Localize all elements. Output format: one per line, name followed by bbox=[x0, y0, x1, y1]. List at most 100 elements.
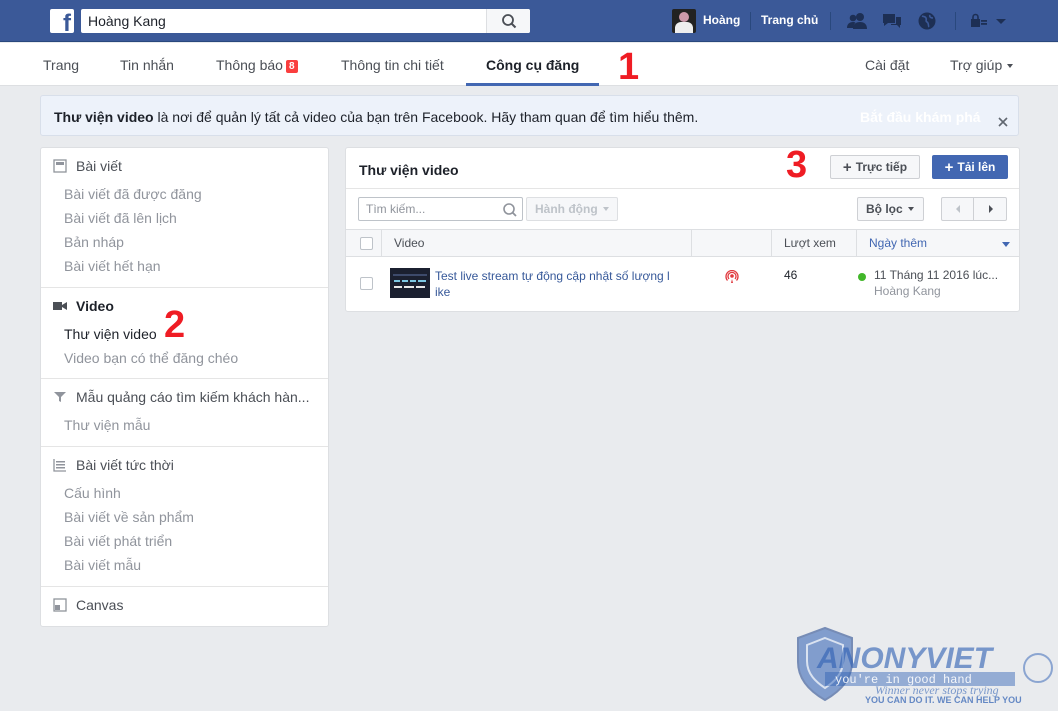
avatar[interactable] bbox=[672, 9, 696, 33]
global-search-input[interactable] bbox=[81, 9, 485, 33]
sidebar-heading-instant-articles[interactable]: Bài viết tức thời bbox=[53, 457, 174, 477]
table-row[interactable]: Test live stream tự động cập nhật số lượ… bbox=[346, 257, 1019, 311]
next-page-button[interactable] bbox=[975, 198, 1007, 220]
go-live-button[interactable]: + Trực tiếp bbox=[830, 155, 920, 179]
sidebar-heading-lead-ads[interactable]: Mẫu quảng cáo tìm kiếm khách hàn... bbox=[53, 389, 309, 409]
canvas-icon bbox=[53, 598, 67, 612]
tab-settings[interactable]: Cài đặt bbox=[865, 43, 909, 86]
sidebar-item-configuration[interactable]: Cấu hình bbox=[64, 485, 121, 501]
sort-descending-icon[interactable] bbox=[1002, 242, 1010, 247]
facebook-logo-icon[interactable]: f bbox=[50, 9, 74, 36]
video-camera-icon bbox=[53, 302, 67, 310]
video-library-panel: Thư viện video +Trực tiếp +Tải lên Hành … bbox=[345, 147, 1020, 312]
tab-publishing-tools[interactable]: Công cụ đăng bbox=[466, 43, 600, 86]
svg-text:YOU CAN DO IT. WE CAN HELP YOU: YOU CAN DO IT. WE CAN HELP YOU bbox=[865, 695, 1022, 705]
sidebar-heading-posts[interactable]: Bài viết bbox=[53, 158, 122, 178]
column-header-date-added[interactable]: Ngày thêm bbox=[869, 230, 927, 257]
sidebar-item-scheduled-posts[interactable]: Bài viết đã lên lịch bbox=[64, 210, 177, 226]
banner-text: Thư viện video là nơi để quản lý tất cả … bbox=[54, 109, 698, 125]
annotation-marker-1: 1 bbox=[618, 46, 640, 88]
sidebar-item-published-posts[interactable]: Bài viết đã được đăng bbox=[64, 186, 202, 202]
close-icon[interactable] bbox=[997, 116, 1009, 128]
divider bbox=[771, 230, 772, 257]
column-header-video[interactable]: Video bbox=[394, 230, 424, 257]
filter-dropdown[interactable]: Bộ lọc bbox=[857, 197, 924, 221]
annotation-marker-2: 2 bbox=[164, 304, 186, 346]
sidebar-section-posts: Bài viết Bài viết đã được đăng Bài viết … bbox=[41, 148, 328, 288]
sidebar-heading-label: Mẫu quảng cáo tìm kiếm khách hàn... bbox=[76, 389, 310, 405]
privacy-shortcuts-icon[interactable] bbox=[970, 11, 988, 31]
divider bbox=[830, 12, 831, 30]
actions-dropdown[interactable]: Hành động bbox=[526, 197, 618, 221]
sidebar-item-crosspostable-videos[interactable]: Video bạn có thể đăng chéo bbox=[64, 350, 238, 366]
posts-icon bbox=[53, 159, 67, 173]
annotation-marker-3: 3 bbox=[786, 144, 808, 186]
sidebar-heading-label: Bài viết tức thời bbox=[76, 457, 174, 473]
start-tour-link[interactable]: Bắt đầu khám phá bbox=[860, 109, 981, 125]
chevron-down-icon bbox=[907, 207, 914, 211]
divider bbox=[691, 230, 692, 257]
tab-help[interactable]: Trợ giúp bbox=[950, 43, 1014, 86]
search-icon[interactable] bbox=[502, 202, 518, 218]
sidebar-item-development-articles[interactable]: Bài viết phát triển bbox=[64, 533, 172, 549]
sidebar-item-production-articles[interactable]: Bài viết về sản phẩm bbox=[64, 509, 194, 525]
divider bbox=[856, 230, 857, 257]
sidebar-heading-video[interactable]: Video bbox=[53, 298, 114, 318]
plus-icon: + bbox=[944, 159, 954, 176]
anonyviet-watermark-logo: ANONYVIET you're in good hand Winner nev… bbox=[797, 626, 1053, 705]
friend-requests-icon[interactable] bbox=[846, 11, 868, 31]
tab-insights[interactable]: Thông tin chi tiết bbox=[341, 43, 444, 86]
messages-icon[interactable] bbox=[881, 11, 903, 31]
notifications-globe-icon[interactable] bbox=[916, 11, 938, 31]
sidebar-item-expired-posts[interactable]: Bài viết hết hạn bbox=[64, 258, 161, 274]
upload-label: Tải lên bbox=[957, 160, 996, 174]
column-header-views[interactable]: Lượt xem bbox=[784, 230, 836, 257]
library-toolbar: Hành động Bộ lọc bbox=[346, 188, 1019, 229]
upload-button[interactable]: + Tải lên bbox=[932, 155, 1008, 179]
banner-title: Thư viện video bbox=[54, 109, 154, 125]
filter-label: Bộ lọc bbox=[866, 202, 903, 216]
sidebar-item-video-library[interactable]: Thư viện video bbox=[64, 326, 157, 342]
library-search bbox=[358, 197, 523, 221]
page-nav-bar: Trang Tin nhắn Thông báo 8 Thông tin chi … bbox=[0, 43, 1058, 86]
divider bbox=[381, 230, 382, 257]
live-broadcast-icon bbox=[725, 270, 739, 283]
chevron-left-icon bbox=[956, 205, 960, 213]
filter-funnel-icon bbox=[54, 392, 66, 402]
tab-messages[interactable]: Tin nhắn bbox=[120, 43, 174, 86]
profile-link[interactable]: Hoàng bbox=[703, 13, 740, 27]
library-search-input[interactable] bbox=[359, 198, 499, 220]
video-author: Hoàng Kang bbox=[874, 284, 941, 298]
search-button[interactable] bbox=[486, 9, 530, 33]
go-live-label: Trực tiếp bbox=[855, 160, 908, 174]
chevron-down-icon bbox=[1007, 64, 1014, 68]
account-menu-icon[interactable] bbox=[994, 11, 1008, 31]
previous-page-button[interactable] bbox=[942, 198, 974, 220]
search-icon bbox=[502, 14, 517, 29]
panel-title: Thư viện video bbox=[359, 162, 459, 178]
sidebar-heading-label: Video bbox=[76, 298, 114, 314]
select-all-checkbox[interactable] bbox=[360, 237, 373, 250]
sidebar-heading-canvas[interactable]: Canvas bbox=[53, 597, 123, 617]
date-added: 11 Tháng 11 2016 lúc... bbox=[874, 268, 999, 282]
svg-text:ANONYVIET: ANONYVIET bbox=[816, 642, 995, 675]
actions-label: Hành động bbox=[535, 202, 598, 216]
sidebar-heading-label: Canvas bbox=[76, 597, 124, 613]
tab-help-label: Trợ giúp bbox=[950, 57, 1003, 73]
sidebar-heading-label: Bài viết bbox=[76, 158, 122, 174]
divider bbox=[750, 12, 751, 30]
video-thumbnail[interactable] bbox=[390, 268, 430, 298]
sidebar-item-drafts[interactable]: Bản nháp bbox=[64, 234, 124, 250]
sidebar-section-canvas: Canvas bbox=[41, 587, 328, 627]
home-link[interactable]: Trang chủ bbox=[761, 13, 818, 27]
sidebar-item-forms-library[interactable]: Thư viện mẫu bbox=[64, 417, 150, 433]
tab-notifications[interactable]: Thông báo 8 bbox=[216, 43, 298, 86]
chevron-down-icon bbox=[602, 207, 609, 211]
tab-notifications-label: Thông báo bbox=[216, 57, 283, 73]
video-title-link[interactable]: Test live stream tự động cập nhật số lượ… bbox=[435, 268, 670, 300]
sidebar-section-lead-ads: Mẫu quảng cáo tìm kiếm khách hàn... Thư … bbox=[41, 379, 328, 447]
banner-description: là nơi để quản lý tất cả video của bạn t… bbox=[153, 109, 699, 125]
row-checkbox[interactable] bbox=[360, 277, 373, 290]
tab-page[interactable]: Trang bbox=[43, 43, 79, 86]
sidebar-item-sample-articles[interactable]: Bài viết mẫu bbox=[64, 557, 141, 573]
